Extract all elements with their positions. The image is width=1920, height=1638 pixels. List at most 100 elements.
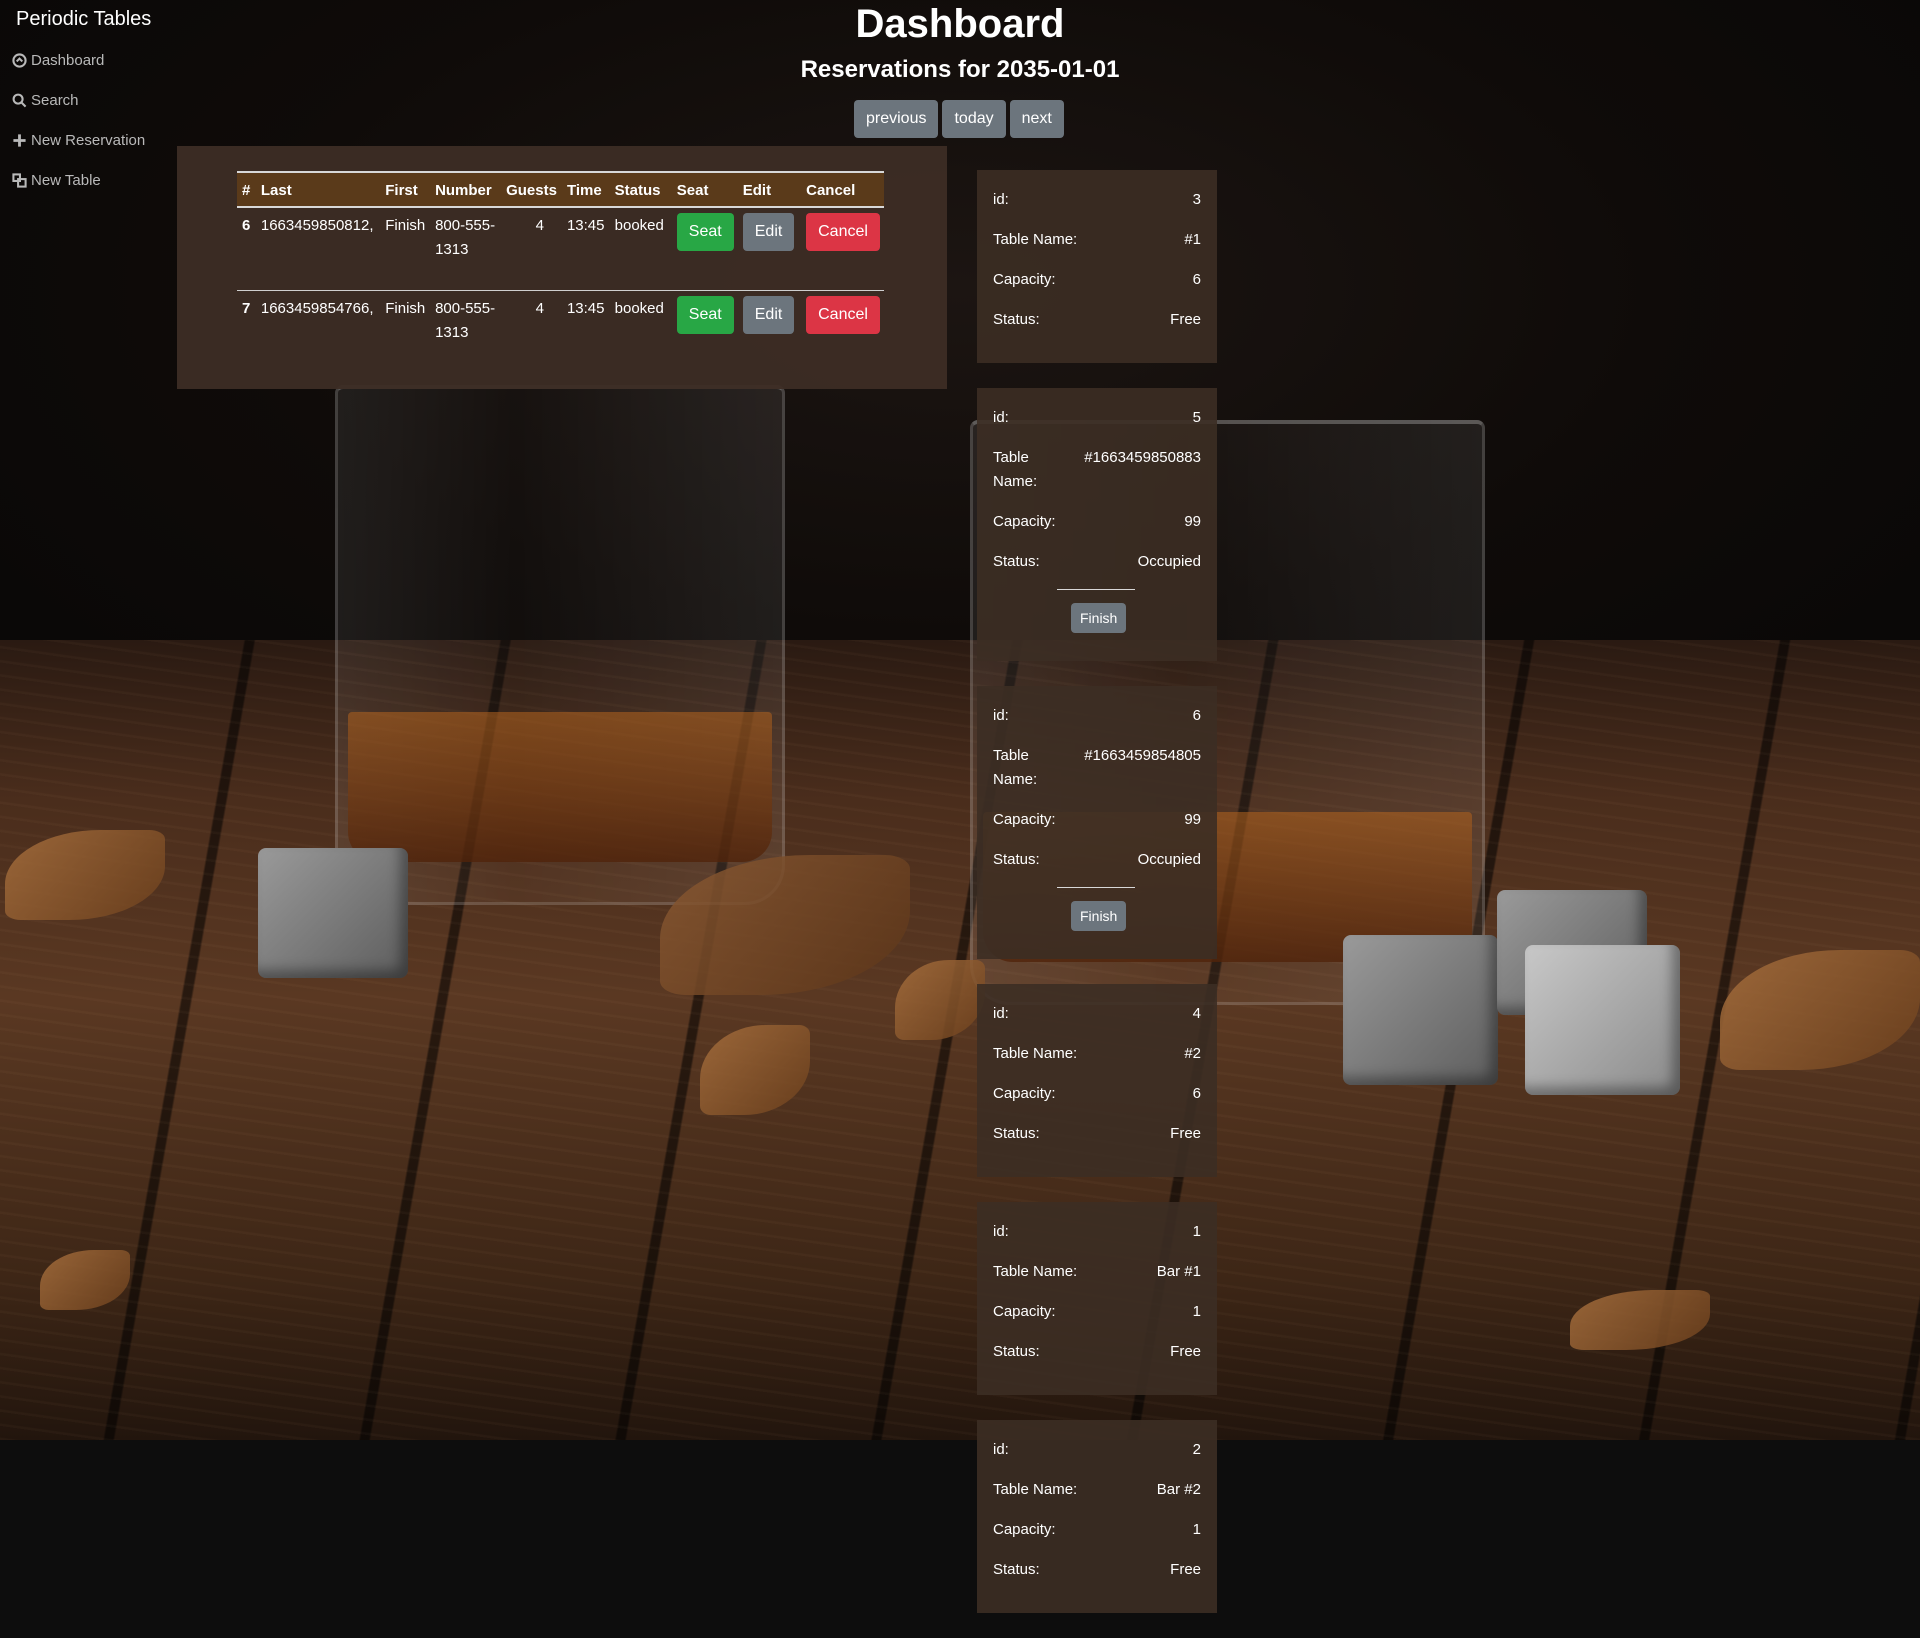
status-label: Status: [993,1561,1040,1578]
status-label: Status: [993,1343,1040,1360]
next-button[interactable]: next [1009,100,1064,138]
table-status: Occupied [1137,553,1201,570]
seat-button[interactable]: Seat [676,213,734,251]
reservation-phone: 800-555-1313 [435,217,496,258]
column-header: Status [614,181,661,199]
table-card: id: 2 Table Name: Bar #2 Capacity: 1 Status… [977,1420,1217,1613]
finish-button[interactable]: Finish [1071,901,1127,931]
capacity-label: Capacity: [993,811,1056,828]
table-name-label: Table Name: [993,449,1038,490]
table-card: id: 4 Table Name: #2 Capacity: 6 Status: Fre… [977,984,1217,1177]
table-capacity: 1 [1192,1303,1201,1320]
table-name: #1663459854805 [1084,747,1201,764]
stone-cube [1525,945,1680,1095]
id-label: id: [993,1005,1009,1022]
table-capacity: 6 [1192,271,1201,288]
page-subtitle: Reservations for 2035-01-01 [800,56,1120,83]
reservation-status: booked [614,299,664,317]
seat-button[interactable]: Seat [676,295,734,334]
date-navigation: previous today next [854,100,1064,138]
table-status: Occupied [1137,851,1201,868]
cancel-button[interactable]: Cancel [806,295,880,334]
reservation-id: 6 [242,217,251,234]
capacity-label: Capacity: [993,271,1056,288]
table-capacity: 6 [1192,1085,1201,1102]
table-capacity: 99 [1184,513,1201,530]
table-card: id: 5 Table Name: #1663459850883 Capacity:… [977,388,1217,661]
status-label: Status: [993,311,1040,328]
column-header: Guests [506,181,557,199]
finish-button[interactable]: Finish [1071,603,1127,633]
table-row: 6 1663459850812, Finish 800-555-1313 4 1… [237,207,884,290]
id-label: id: [993,1441,1009,1458]
status-label: Status: [993,1125,1040,1142]
table-id: 4 [1192,1005,1201,1022]
table-capacity: 99 [1184,811,1201,828]
reservation-guests: 4 [535,299,544,317]
table-name: Bar #1 [1156,1263,1201,1280]
table-card: id: 6 Table Name: #1663459854805 Capacity:… [977,686,1217,959]
table-card: id: 3 Table Name: #1 Capacity: 6 Status: Fre… [977,170,1217,363]
stone-cube [258,848,408,978]
capacity-label: Capacity: [993,513,1056,530]
search-icon [12,93,27,108]
table-name: #1 [1184,231,1201,248]
new-table-icon [12,173,27,188]
reservation-last-name: 1663459850812, [260,217,374,234]
id-label: id: [993,707,1009,724]
reservation-time: 13:45 [566,217,605,234]
table-header-row: # Last First Number Guests Time Status S… [237,172,884,207]
capacity-label: Capacity: [993,1303,1056,1320]
previous-button[interactable]: previous [854,100,939,138]
sidebar-item-new-table[interactable]: New Table [12,172,101,189]
table-card: id: 1 Table Name: Bar #1 Capacity: 1 Status… [977,1202,1217,1395]
column-header: Time [566,181,602,199]
reservation-last-name: 1663459854766, [260,299,374,317]
column-header: Cancel [806,181,856,199]
capacity-label: Capacity: [993,1521,1056,1538]
reservation-id: 7 [242,299,251,317]
divider [1057,589,1135,590]
reservation-time: 13:45 [566,299,605,317]
sidebar-item-new-reservation[interactable]: New Reservation [12,132,145,149]
column-header: # [242,181,251,199]
table-status: Free [1170,1561,1201,1578]
table-id: 5 [1192,409,1201,426]
sidebar-item-search[interactable]: Search [12,92,79,109]
edit-button[interactable]: Edit [742,213,795,251]
table-status: Free [1170,1125,1201,1142]
plus-icon [13,134,26,147]
capacity-label: Capacity: [993,1085,1056,1102]
sidebar-item-label: Search [31,92,79,109]
table-name-label: Table Name: [993,231,1078,248]
cancel-button[interactable]: Cancel [806,213,880,251]
table-name-label: Table Name: [993,1263,1078,1280]
table-capacity: 1 [1192,1521,1201,1538]
id-label: id: [993,191,1009,208]
reservation-guests: 4 [535,217,544,234]
whiskey-glass-left [335,385,785,905]
column-header: Number [435,181,492,199]
divider [1057,887,1135,888]
stone-cube [1343,935,1498,1085]
edit-button[interactable]: Edit [742,295,795,334]
column-header: Seat [676,181,709,199]
reservations-table: # Last First Number Guests Time Status S… [237,171,884,373]
table-name: #1663459850883 [1084,449,1201,466]
whiskey-liquid [348,712,772,862]
column-header: Last [260,181,292,199]
today-button[interactable]: today [942,100,1006,138]
reservations-panel: # Last First Number Guests Time Status S… [177,146,947,389]
table-name: #2 [1184,1045,1201,1062]
table-row: 7 1663459854766, Finish 800-555-1313 4 1… [237,290,884,373]
id-label: id: [993,409,1009,426]
reservation-status: booked [614,217,664,234]
sidebar-item-label: New Reservation [31,132,146,149]
reservation-first-name: Finish [385,299,426,317]
id-label: id: [993,1223,1009,1240]
reservation-first-name: Finish [385,217,426,234]
table-id: 2 [1192,1441,1201,1458]
column-header: First [385,181,418,199]
status-label: Status: [993,851,1040,868]
table-name: Bar #2 [1156,1481,1201,1498]
